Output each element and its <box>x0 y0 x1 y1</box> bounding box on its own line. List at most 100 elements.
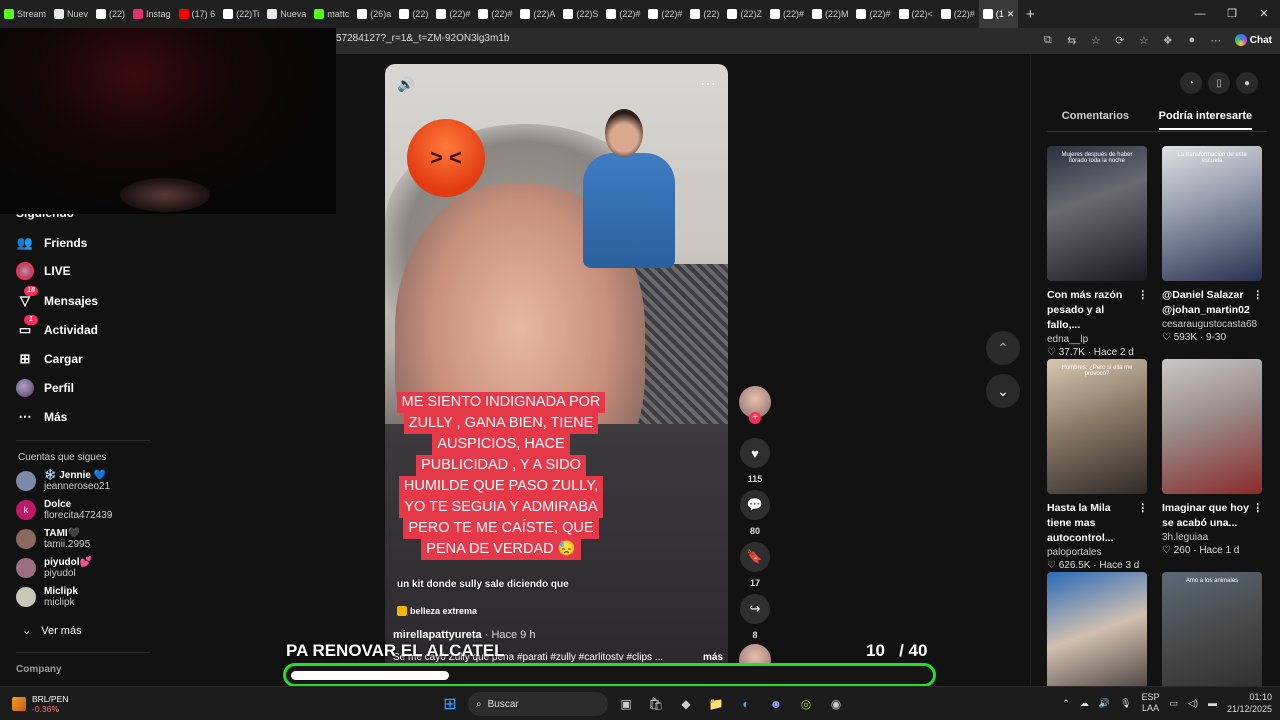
followed-account[interactable]: piyudol💕 piyudol <box>16 557 92 579</box>
video-thumbnail[interactable]: Mujeres después de haber llorado toda la… <box>1047 146 1147 281</box>
browser-tab[interactable]: (17) 6 <box>175 0 220 28</box>
translate-icon[interactable]: ⇆ <box>1063 31 1081 49</box>
sidebar-item-live[interactable]: LIVE <box>16 262 71 280</box>
profile-icon[interactable]: ● <box>1183 31 1201 49</box>
sidebar-item-cargar[interactable]: ⊞ Cargar <box>16 350 83 368</box>
followed-account[interactable]: TAMI🖤 tamii.2995 <box>16 528 90 550</box>
browser-tab[interactable]: (22)< <box>895 0 937 28</box>
video-thumbnail[interactable] <box>1162 359 1262 494</box>
video-thumbnail[interactable]: Hombres: ¿Pero si ella me provocó? <box>1047 359 1147 494</box>
close-tab-icon[interactable]: ✕ <box>1007 9 1015 20</box>
volume-tray-icon[interactable]: ◁) <box>1188 698 1198 709</box>
browser-tab[interactable]: (22)# <box>474 0 516 28</box>
browser-tab[interactable]: (22) <box>686 0 723 28</box>
card-title[interactable]: Con más razón pesado y al fallo,... ⋮ <box>1047 288 1148 333</box>
browser-tab[interactable]: (22)# <box>852 0 894 28</box>
card-more-icon[interactable]: ⋮ <box>1138 501 1149 546</box>
card-title[interactable]: Hasta la Mila tiene mas autocontrol... ⋮ <box>1047 501 1148 546</box>
copilot-chat-button[interactable]: Chat <box>1231 31 1276 49</box>
open-in-app-icon[interactable]: ⧉ <box>1039 31 1057 49</box>
edge-browser-icon[interactable]: ◐ <box>734 692 758 716</box>
previous-video-button[interactable]: ⌃ <box>986 331 1020 365</box>
video-thumbnail[interactable]: La transformación de esta escuela <box>1162 146 1262 281</box>
tray-chevron-icon[interactable]: ⌃ <box>1062 698 1070 709</box>
sidebar-item-perfil[interactable]: Perfil <box>16 379 74 397</box>
card-title[interactable]: @Daniel Salazar @johan_martin02 ⋮ <box>1162 288 1263 318</box>
tab-comentarios[interactable]: Comentarios <box>1062 110 1129 130</box>
browser-tab[interactable]: (22) <box>92 0 129 28</box>
battery-icon[interactable]: ▬ <box>1208 698 1217 708</box>
recommended-video-card[interactable]: La transformación de esta escuela @Daniel… <box>1162 146 1263 343</box>
discord-icon[interactable]: ☻ <box>764 692 788 716</box>
browser-tab[interactable]: (22)# <box>602 0 644 28</box>
browser-tab[interactable]: (22)M <box>808 0 853 28</box>
obs-icon[interactable]: ◉ <box>824 692 848 716</box>
effect-tag[interactable]: belleza extrema <box>397 606 477 616</box>
taskbar-search[interactable]: ⌕ Buscar <box>468 692 608 716</box>
followed-account[interactable]: Miclipk miclipk <box>16 586 78 608</box>
browser-tab[interactable]: Instag <box>129 0 175 28</box>
clock[interactable]: 01:10 21/12/2025 <box>1227 691 1272 715</box>
sidebar-item-actividad[interactable]: ▭ 1 Actividad <box>16 315 98 339</box>
collections-icon[interactable]: ☆ <box>1135 31 1153 49</box>
video-author[interactable]: mirellapattyureta · Hace 9 h <box>393 629 535 641</box>
language-indicator[interactable]: ESP LAA <box>1142 692 1160 714</box>
card-author[interactable]: cesaraugustocasta68 <box>1162 319 1263 330</box>
creator-avatar[interactable]: + <box>736 386 774 424</box>
browser-tab[interactable]: Nuev <box>50 0 92 28</box>
browser-tab[interactable]: (26)a <box>353 0 395 28</box>
card-more-icon[interactable]: ⋮ <box>1253 288 1264 318</box>
volume-icon[interactable]: 🔊 <box>397 76 414 93</box>
timer-icon[interactable]: ◔ <box>1180 72 1202 94</box>
video-more-options-icon[interactable]: ⋯ <box>700 74 716 94</box>
browser-tab[interactable]: (22) <box>395 0 432 28</box>
company-link[interactable]: Company <box>16 664 62 675</box>
app-icon[interactable]: ◎ <box>794 692 818 716</box>
card-author[interactable]: 3h.leguiaa <box>1162 532 1263 543</box>
save-button[interactable]: 🔖 17 <box>736 542 774 588</box>
browser-tab[interactable]: (22)Ti <box>219 0 263 28</box>
video-player[interactable]: > < 🔊 ⋯ ME SIENTO INDIGNADA POR ZULLY , G… <box>385 64 728 686</box>
follow-plus-icon[interactable]: + <box>749 412 761 424</box>
browser-tab[interactable]: mattc <box>310 0 353 28</box>
close-window-button[interactable]: ✕ <box>1248 0 1280 28</box>
card-title[interactable]: Imaginar que hoy se acabó una... ⋮ <box>1162 501 1263 531</box>
user-avatar[interactable]: ● <box>1236 72 1258 94</box>
task-view-icon[interactable]: ▣ <box>614 692 638 716</box>
followed-account[interactable]: ❄️ Jennie 💙 jeanneroseo21 <box>16 470 110 492</box>
browser-tab[interactable]: (22)# <box>432 0 474 28</box>
stock-widget[interactable]: BRL/PEN -0.36% <box>12 694 68 714</box>
browser-tab[interactable]: (1 ✕ <box>978 0 1019 28</box>
tab-podria-interesarte[interactable]: Podría interesarte <box>1158 110 1253 130</box>
share-button[interactable]: ↪ 8 <box>736 594 774 640</box>
url-field[interactable]: 57284127?_r=1&_t=ZM-92ON3lg3m1b <box>336 33 509 44</box>
like-button[interactable]: ♥ 115 <box>736 438 774 484</box>
comment-button[interactable]: 💬 80 <box>736 490 774 536</box>
maximize-button[interactable]: ❐ <box>1216 0 1248 28</box>
card-more-icon[interactable]: ⋮ <box>1138 288 1149 333</box>
sidebar-item-mas[interactable]: ⋯ Más <box>16 408 68 426</box>
minimize-button[interactable]: — <box>1184 0 1216 28</box>
browser-tab[interactable]: (22)# <box>644 0 686 28</box>
browser-tab[interactable]: (22)Z <box>723 0 766 28</box>
browser-tab[interactable]: (22)# <box>937 0 979 28</box>
copilot-app-icon[interactable]: ◆ <box>674 692 698 716</box>
windows-start-icon[interactable]: ⊞ <box>438 692 462 716</box>
device-icon[interactable]: ▯ <box>1208 72 1230 94</box>
next-video-button[interactable]: ⌄ <box>986 374 1020 408</box>
refresh-icon[interactable]: ⟳ <box>1111 31 1129 49</box>
file-explorer-icon[interactable]: 📁 <box>704 692 728 716</box>
browser-tab[interactable]: (22)S <box>559 0 602 28</box>
onedrive-icon[interactable]: ☁ <box>1080 698 1089 709</box>
microphone-icon[interactable]: 🎙 <box>1120 698 1131 709</box>
network-icon[interactable]: ▭ <box>1170 698 1179 709</box>
card-author[interactable]: edna__lp <box>1047 334 1148 345</box>
browser-tab[interactable]: (22)A <box>516 0 559 28</box>
card-author[interactable]: paloportales <box>1047 547 1148 558</box>
see-more-button[interactable]: ⌄ Ver más <box>22 624 82 638</box>
favorite-star-icon[interactable]: ☆ <box>1087 31 1105 49</box>
speaker-icon[interactable]: 🔊 <box>1099 698 1110 709</box>
description-more-link[interactable]: más <box>703 652 723 663</box>
recommended-video-card[interactable]: Hombres: ¿Pero si ella me provocó? Hasta … <box>1047 359 1148 571</box>
browser-tab[interactable]: (22)# <box>766 0 808 28</box>
